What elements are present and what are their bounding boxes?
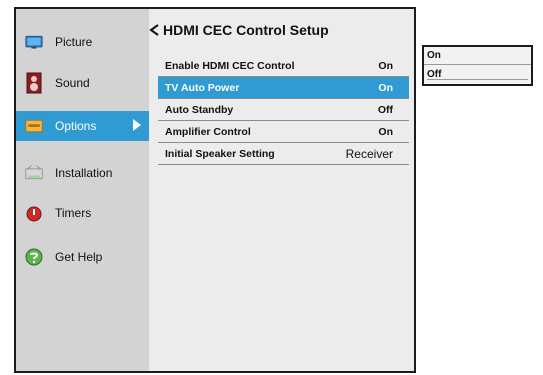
setting-value: On: [378, 81, 393, 94]
arrow-right-icon: [133, 119, 141, 131]
setting-label: Amplifier Control: [165, 125, 251, 138]
setting-value: On: [378, 59, 393, 72]
setting-row-tv-auto-power[interactable]: TV Auto Power On: [158, 77, 409, 99]
speaker-icon: [25, 72, 43, 94]
page-title: HDMI CEC Control Setup: [149, 22, 329, 38]
setting-value: On: [378, 125, 393, 138]
options-icon: [25, 117, 43, 135]
installation-icon: [25, 164, 43, 182]
setting-row-amplifier-control[interactable]: Amplifier Control On: [158, 121, 409, 143]
sidebar-item-label: Timers: [55, 206, 92, 220]
page-title-text: HDMI CEC Control Setup: [163, 22, 329, 38]
sidebar-item-get-help[interactable]: Get Help: [16, 242, 149, 272]
back-arrow-icon[interactable]: [149, 24, 159, 36]
setting-label: Enable HDMI CEC Control: [165, 59, 295, 72]
setting-label: Initial Speaker Setting: [165, 147, 275, 160]
setting-row-initial-speaker-setting[interactable]: Initial Speaker Setting Receiver: [158, 143, 409, 165]
setting-label: Auto Standby: [165, 103, 234, 116]
setting-row-enable-hdmi-cec[interactable]: Enable HDMI CEC Control On: [158, 55, 409, 77]
sidebar-item-options[interactable]: Options: [16, 111, 149, 141]
setting-row-auto-standby[interactable]: Auto Standby Off: [158, 99, 409, 121]
sidebar-item-label: Get Help: [55, 250, 103, 264]
sidebar: Picture Sound Options Installation Timer…: [16, 9, 149, 371]
setting-value: Off: [377, 103, 393, 116]
dropdown-option-off[interactable]: Off: [424, 65, 531, 83]
sidebar-item-picture[interactable]: Picture: [16, 27, 149, 57]
setting-label: TV Auto Power: [165, 81, 240, 94]
timer-icon: [25, 204, 43, 222]
dropdown-divider: [427, 79, 528, 80]
settings-list: Enable HDMI CEC Control On TV Auto Power…: [158, 55, 409, 165]
sidebar-item-label: Options: [55, 119, 97, 133]
help-icon: [25, 248, 43, 266]
sidebar-item-label: Picture: [55, 35, 93, 49]
sidebar-item-timers[interactable]: Timers: [16, 198, 149, 228]
sidebar-item-label: Installation: [55, 166, 113, 180]
sidebar-item-label: Sound: [55, 76, 90, 90]
setting-value: Receiver: [345, 146, 393, 161]
tv-settings-window: Picture Sound Options Installation Timer…: [14, 7, 416, 373]
picture-icon: [25, 33, 43, 51]
sidebar-item-installation[interactable]: Installation: [16, 158, 149, 188]
sidebar-item-sound[interactable]: Sound: [16, 68, 149, 98]
value-dropdown-popup: On Off: [422, 45, 533, 86]
options-panel: HDMI CEC Control Setup Enable HDMI CEC C…: [149, 9, 414, 371]
dropdown-option-on[interactable]: On: [424, 47, 531, 65]
